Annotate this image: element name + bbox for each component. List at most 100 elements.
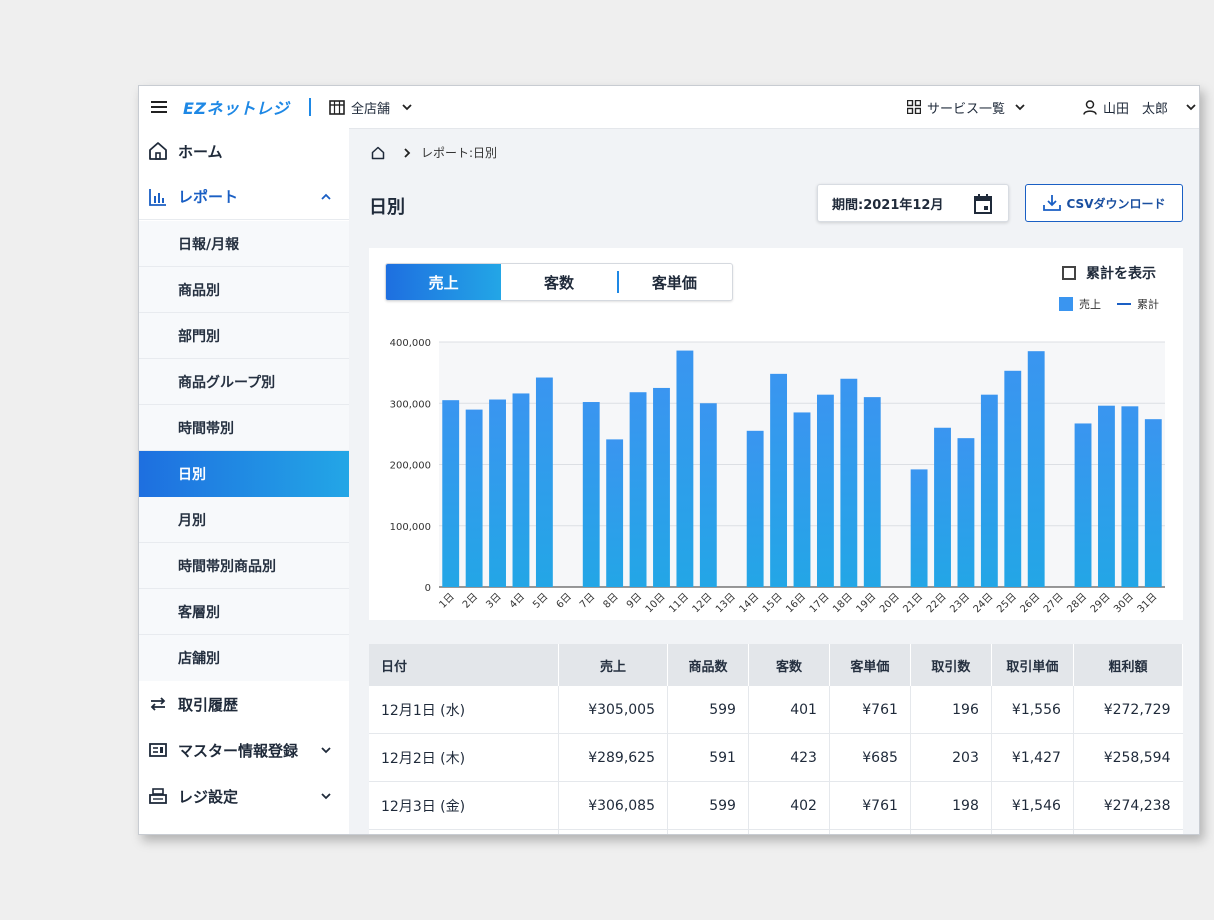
sidebar-item-daily-monthly-report[interactable]: 日報/月報	[139, 221, 349, 267]
app-window: EZネットレジ 全店舗 サービス一覧 山田 太郎 ホーム レポート 日報/月報 …	[138, 85, 1200, 835]
bar-8日[interactable]	[606, 439, 624, 587]
breadcrumb: レポート:日別	[371, 144, 497, 161]
sidebar-item-by-product-group[interactable]: 商品グループ別	[139, 359, 349, 405]
table-row[interactable]: 12月2日 (木) ¥289,625 591 423 ¥685 203 ¥1,4…	[369, 733, 1183, 782]
cell-date: 12月3日 (金)	[369, 781, 559, 830]
bar-9日[interactable]	[629, 392, 647, 587]
services-label: サービス一覧	[927, 101, 1006, 117]
sidebar-item-by-day[interactable]: 日別	[139, 451, 349, 497]
cell-gross-profit: ¥258,594	[1073, 733, 1183, 782]
bar-26日[interactable]	[1027, 351, 1045, 587]
bar-12日[interactable]	[699, 403, 717, 587]
x-tick-label: 21日	[901, 591, 925, 615]
bar-2日[interactable]	[465, 409, 483, 587]
col-items[interactable]: 商品数	[667, 644, 749, 686]
bar-22日[interactable]	[934, 427, 951, 587]
cell-customers: 401	[748, 686, 830, 734]
cell-transactions	[910, 829, 992, 834]
sidebar-item-by-customer-segment[interactable]: 客層別	[139, 589, 349, 635]
nav-register-label: レジ設定	[178, 787, 239, 806]
bar-5日[interactable]	[535, 377, 553, 587]
tab-customers[interactable]: 客数	[501, 264, 616, 300]
hamburger-menu-icon[interactable]	[151, 86, 167, 128]
y-tick-label: 0	[425, 583, 431, 594]
store-selector[interactable]: 全店舗	[329, 86, 412, 128]
bar-10日[interactable]	[653, 387, 670, 587]
cumulative-checkbox[interactable]	[1062, 266, 1076, 280]
col-date[interactable]: 日付	[369, 644, 559, 686]
col-transaction-avg[interactable]: 取引単価	[991, 644, 1074, 686]
table-row[interactable]: 12月3日 (金) ¥306,085 599 402 ¥761 198 ¥1,5…	[369, 781, 1183, 830]
top-bar: EZネットレジ 全店舗 サービス一覧 山田 太郎	[139, 86, 1199, 129]
nav-transaction-history[interactable]: 取引履歴	[139, 681, 349, 727]
col-sales[interactable]: 売上	[558, 644, 669, 686]
nav-master-data[interactable]: マスター情報登録	[139, 727, 349, 773]
daily-table: 日付 売上 商品数 客数 客単価 取引数 取引単価 粗利額 12月1日 (水) …	[369, 644, 1184, 834]
nav-history-label: 取引履歴	[178, 695, 239, 714]
bar-15日[interactable]	[770, 373, 788, 587]
bar-30日[interactable]	[1121, 406, 1139, 587]
bar-29日[interactable]	[1098, 405, 1115, 587]
cell-transactions: 196	[910, 686, 992, 734]
col-avg-spend[interactable]: 客単価	[829, 644, 911, 686]
cell-items	[667, 829, 749, 834]
tab-divider	[616, 271, 619, 293]
cell-items: 599	[667, 781, 749, 830]
bar-24日[interactable]	[980, 394, 998, 587]
bar-21日[interactable]	[910, 469, 928, 587]
services-menu[interactable]: サービス一覧	[907, 86, 1025, 128]
sidebar-item-by-month[interactable]: 月別	[139, 497, 349, 543]
nav-home[interactable]: ホーム	[139, 128, 349, 174]
bar-18日[interactable]	[840, 378, 858, 587]
sidebar-item-by-hour-product[interactable]: 時間帯別商品別	[139, 543, 349, 589]
sidebar-item-by-department[interactable]: 部門別	[139, 313, 349, 359]
table-row[interactable]	[369, 829, 1183, 834]
cell-avg-spend: ¥761	[829, 781, 911, 830]
bar-11日[interactable]	[676, 350, 694, 587]
tab-average-spend-label: 客単価	[651, 273, 697, 292]
bar-3日[interactable]	[489, 399, 506, 587]
bar-16日[interactable]	[793, 412, 811, 587]
app-logo[interactable]: EZネットレジ	[183, 86, 312, 128]
store-icon	[329, 99, 345, 115]
bar-23日[interactable]	[957, 438, 975, 587]
sidebar-item-by-store[interactable]: 店舗別	[139, 635, 349, 681]
x-tick-label: 12日	[691, 591, 715, 615]
cumulative-toggle[interactable]: 累計を表示	[1062, 263, 1156, 283]
bar-4日[interactable]	[512, 393, 530, 587]
cell-items: 591	[667, 733, 749, 782]
x-tick-label: 4日	[508, 591, 527, 610]
bar-chart-icon	[148, 188, 168, 206]
sidebar-item-by-hour[interactable]: 時間帯別	[139, 405, 349, 451]
bar-31日[interactable]	[1144, 419, 1162, 587]
col-gross-profit[interactable]: 粗利額	[1073, 644, 1184, 686]
home-icon[interactable]	[371, 146, 385, 160]
nav-register-settings[interactable]: レジ設定	[139, 773, 349, 819]
bar-28日[interactable]	[1074, 423, 1092, 587]
period-selector[interactable]: 期間:2021年12月	[817, 184, 1009, 222]
col-customers[interactable]: 客数	[748, 644, 830, 686]
user-icon	[1083, 99, 1097, 115]
nav-report[interactable]: レポート	[139, 174, 349, 220]
bar-1日[interactable]	[442, 400, 460, 587]
x-tick-label: 24日	[972, 591, 996, 615]
cell-transaction-avg: ¥1,556	[991, 686, 1074, 734]
bar-7日[interactable]	[582, 402, 600, 587]
col-transactions[interactable]: 取引数	[910, 644, 992, 686]
metric-tabs: 売上 客数 客単価	[385, 263, 733, 301]
csv-download-button[interactable]: CSVダウンロード	[1025, 184, 1183, 222]
tab-sales[interactable]: 売上	[386, 264, 502, 300]
bar-25日[interactable]	[1004, 370, 1022, 587]
table-row[interactable]: 12月1日 (水) ¥305,005 599 401 ¥761 196 ¥1,5…	[369, 686, 1183, 734]
cell-customers	[748, 829, 830, 834]
cell-transaction-avg: ¥1,546	[991, 781, 1074, 830]
sidebar-item-by-product[interactable]: 商品別	[139, 267, 349, 313]
legend-line-label: 累計	[1137, 298, 1159, 311]
bar-14日[interactable]	[746, 430, 764, 587]
calendar-icon	[974, 194, 992, 214]
x-tick-label: 1日	[437, 591, 456, 610]
user-menu[interactable]: 山田 太郎	[1083, 86, 1196, 128]
bar-19日[interactable]	[863, 397, 881, 587]
tab-average-spend[interactable]: 客単価	[616, 264, 732, 300]
bar-17日[interactable]	[816, 394, 834, 587]
